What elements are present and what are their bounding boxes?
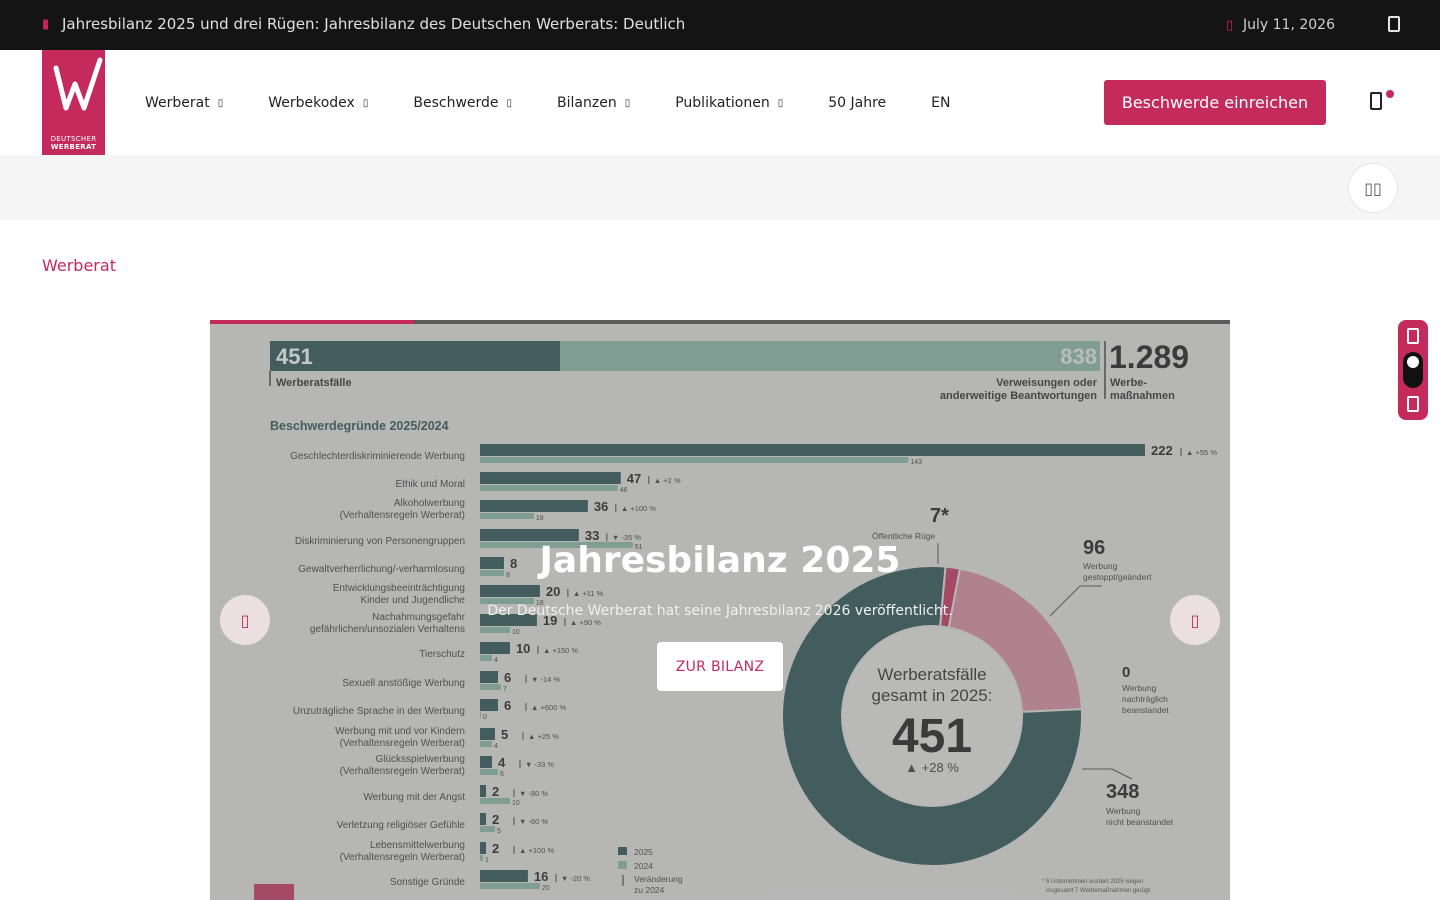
chevron-right-icon: ▯	[1190, 610, 1200, 630]
logo-text: DEUTSCHER WERBERAT	[42, 135, 105, 151]
grid-icon: ▯▯	[1364, 178, 1382, 198]
slide-subtitle: Der Deutsche Werberat hat seine Jahresbi…	[487, 603, 953, 619]
nav-label: Werbekodex	[268, 95, 355, 111]
bolt-icon: ▮	[42, 16, 50, 32]
notification-icon[interactable]	[1370, 92, 1382, 110]
mobile-icon[interactable]	[1388, 16, 1400, 32]
breadcrumb[interactable]: Werberat	[42, 256, 116, 275]
nav-item-publikationen[interactable]: Publikationen ▯	[675, 95, 783, 111]
nav-item-50-jahre[interactable]: 50 Jahre	[828, 95, 886, 111]
nav-label: Bilanzen	[557, 95, 617, 111]
chevron-down-icon: ▯	[362, 97, 369, 109]
notification-badge	[1386, 90, 1394, 98]
nav-label: Publikationen	[675, 95, 770, 111]
site-header: DEUTSCHER WERBERAT Werberat ▯ Werbekodex ▯…	[0, 50, 1440, 155]
logo-w-mark	[53, 57, 103, 111]
chevron-down-icon: ▯	[777, 97, 784, 109]
chevron-left-icon: ▯	[240, 610, 250, 630]
utility-strip: ▯▯	[0, 155, 1440, 220]
accessibility-widget	[1398, 320, 1428, 420]
logo-line-2: WERBERAT	[50, 143, 97, 151]
reader-icon[interactable]	[1407, 396, 1419, 412]
zur-bilanz-button[interactable]: ZUR BILANZ	[657, 642, 783, 691]
nav-item-beschwerde[interactable]: Beschwerde ▯	[413, 95, 512, 111]
font-size-icon[interactable]	[1407, 328, 1419, 344]
grid-menu-button[interactable]: ▯▯	[1348, 163, 1398, 213]
nav-item-language[interactable]: EN	[931, 95, 950, 111]
hero-slider: 451 Werberatsfälle 838 Verweisungen oder…	[210, 320, 1230, 900]
toggle-knob	[1407, 356, 1419, 368]
main-nav: Werberat ▯ Werbekodex ▯ Beschwerde ▯ Bilanz…	[145, 95, 950, 111]
nav-label: Werberat	[145, 95, 210, 111]
date-display: ▯ July 11, 2026	[1226, 17, 1335, 33]
slider-next-button[interactable]: ▯	[1170, 595, 1220, 645]
logo-line-1: DEUTSCHER	[50, 135, 97, 143]
nav-label: EN	[931, 95, 951, 111]
nav-label: Beschwerde	[413, 95, 499, 111]
chevron-down-icon: ▯	[217, 97, 224, 109]
news-ticker[interactable]: ▮ Jahresbilanz 2025 und drei Rügen: Jahr…	[42, 15, 685, 33]
contrast-toggle[interactable]	[1403, 352, 1423, 388]
nav-item-werbekodex[interactable]: Werbekodex ▯	[268, 95, 368, 111]
werberat-logo[interactable]: DEUTSCHER WERBERAT	[42, 50, 105, 155]
nav-item-bilanzen[interactable]: Bilanzen ▯	[557, 95, 630, 111]
slide-title: Jahresbilanz 2025	[539, 540, 901, 581]
nav-label: 50 Jahre	[828, 95, 887, 111]
nav-item-werberat[interactable]: Werberat ▯	[145, 95, 223, 111]
calendar-icon: ▯	[1225, 17, 1234, 33]
chevron-down-icon: ▯	[506, 97, 513, 109]
date-text: July 11, 2026	[1243, 17, 1335, 33]
chevron-down-icon: ▯	[624, 97, 631, 109]
slider-prev-button[interactable]: ▯	[220, 595, 270, 645]
submit-complaint-button[interactable]: Beschwerde einreichen	[1104, 80, 1326, 125]
top-bar: ▮ Jahresbilanz 2025 und drei Rügen: Jahr…	[0, 0, 1440, 50]
news-ticker-text[interactable]: Jahresbilanz 2025 und drei Rügen: Jahres…	[62, 15, 685, 33]
